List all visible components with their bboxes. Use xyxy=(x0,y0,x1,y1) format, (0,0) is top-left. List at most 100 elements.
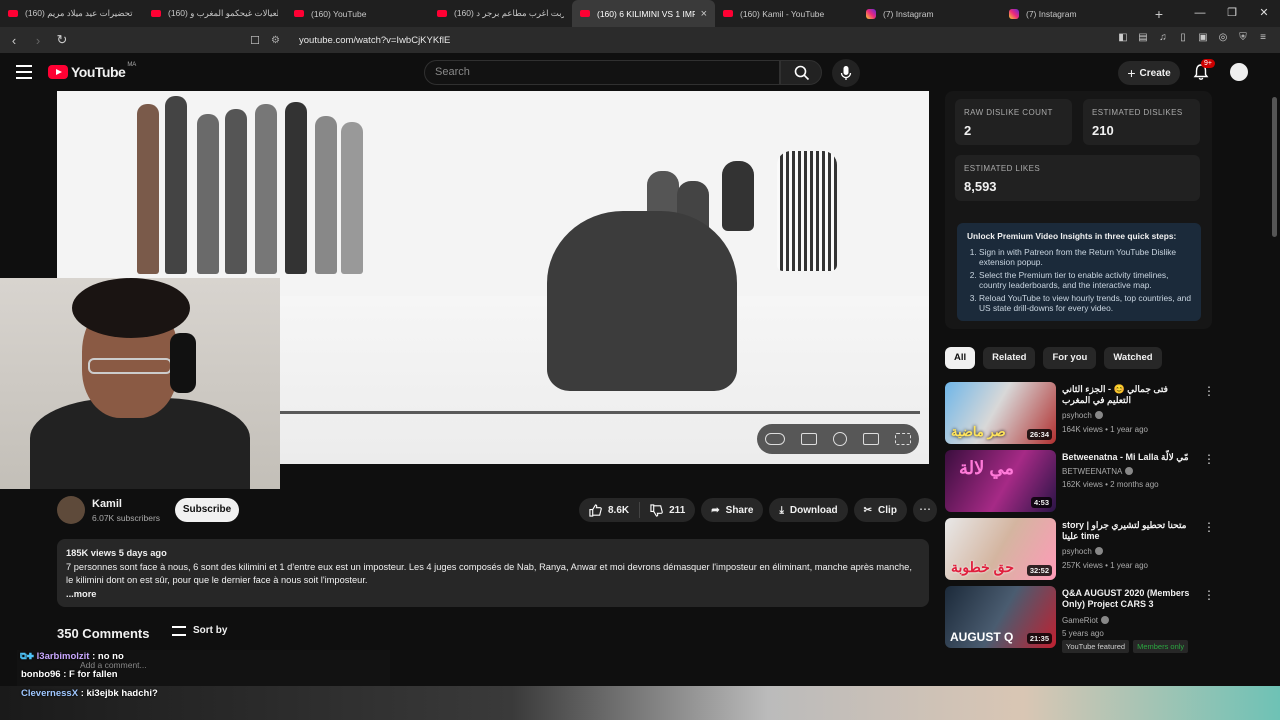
sort-comments-button[interactable]: Sort by xyxy=(172,625,227,636)
browser-tab[interactable]: (160) YouTube xyxy=(286,0,429,27)
settings-gear-icon[interactable] xyxy=(833,432,847,446)
recommended-video[interactable]: صر ماضية 26:34 فتى جمالي 😊 - الجزء الثان… xyxy=(945,382,1215,446)
extension-icon[interactable]: ▤ xyxy=(1136,31,1150,45)
more-options-icon[interactable]: ⋮ xyxy=(1203,452,1215,466)
maximize-icon[interactable]: ❐ xyxy=(1216,0,1248,27)
close-window-icon[interactable]: ✕ xyxy=(1248,0,1280,27)
more-actions-button[interactable]: ⋯ xyxy=(912,498,937,522)
recommended-video[interactable]: مي لالة 4:53 Betweenatna - Mi Lalla مّي … xyxy=(945,450,1215,514)
thumbs-down-icon xyxy=(650,503,663,517)
captions-icon[interactable] xyxy=(801,433,817,445)
video-judge xyxy=(777,151,837,271)
sidebar-icon[interactable]: ▯ xyxy=(1176,31,1190,45)
player-controls xyxy=(757,424,919,454)
autoplay-toggle-icon[interactable] xyxy=(765,433,785,445)
download-button[interactable]: ⤓ Download xyxy=(769,498,848,522)
show-more-link[interactable]: ...more xyxy=(66,588,920,601)
channel-name[interactable]: Kamil xyxy=(92,498,122,510)
vpn-icon[interactable]: ◎ xyxy=(1216,31,1230,45)
recommended-video[interactable]: حق خطوبة 32:52 story | متحنا تحطيو لتشير… xyxy=(945,518,1215,582)
browser-tab[interactable]: (160) Kamil - YouTube xyxy=(715,0,858,27)
like-button[interactable]: 8.6K xyxy=(579,498,639,522)
minimize-icon[interactable]: — xyxy=(1184,0,1216,27)
chip-watched[interactable]: Watched xyxy=(1104,347,1162,369)
subscribe-button[interactable]: Subscribe xyxy=(175,498,239,522)
chip-all[interactable]: All xyxy=(945,347,976,369)
channel-name[interactable]: psyhoch xyxy=(1062,547,1103,556)
more-options-icon[interactable]: ⋮ xyxy=(1203,588,1215,602)
url-field[interactable]: ☐ ⚙ youtube.com/watch?v=IwbCjKYKflE xyxy=(245,30,990,50)
clip-button[interactable]: ✂ Clip xyxy=(853,498,907,522)
site-info-icon[interactable]: ⚙ xyxy=(271,35,291,46)
extension-icon[interactable]: ◧ xyxy=(1116,31,1130,45)
bookmark-icon[interactable]: ☐ xyxy=(245,34,265,47)
members-only-badge: Members only xyxy=(1133,640,1189,653)
video-contestant xyxy=(341,122,363,274)
browser-tab[interactable]: (7) Instagram xyxy=(858,0,1001,27)
browser-tab[interactable]: (160) العيالات غيحكمو المغرب و xyxy=(143,0,286,27)
video-thumbnail[interactable]: AUGUST Q 21:35 xyxy=(945,586,1056,648)
chip-related[interactable]: Related xyxy=(983,347,1036,369)
dislike-button[interactable]: 211 xyxy=(640,498,695,522)
youtube-logo[interactable]: YouTube MA xyxy=(48,62,136,80)
account-avatar[interactable] xyxy=(1228,61,1250,83)
create-button[interactable]: + Create xyxy=(1118,61,1180,85)
forward-icon[interactable]: › xyxy=(28,33,48,48)
page-scrollbar[interactable] xyxy=(1270,91,1278,686)
webcam-person-glasses xyxy=(88,358,172,374)
youtube-play-icon xyxy=(48,65,68,79)
hamburger-menu-icon[interactable] xyxy=(16,65,32,79)
more-options-icon[interactable]: ⋮ xyxy=(1203,520,1215,534)
video-thumbnail[interactable]: صر ماضية 26:34 xyxy=(945,382,1056,444)
url-text: youtube.com/watch?v=IwbCjKYKflE xyxy=(299,34,451,46)
browser-tab-active[interactable]: (160) 6 KILIMINI VS 1 IMP × xyxy=(572,0,715,27)
browser-tab-bar: (160) تحضيرات عيد ميلاد مريم (160) العيا… xyxy=(0,0,1280,27)
reload-icon[interactable]: ↻ xyxy=(52,32,72,48)
wallet-icon[interactable]: ▣ xyxy=(1196,31,1210,45)
browser-tab[interactable]: (7) Instagram xyxy=(1001,0,1144,27)
channel-name[interactable]: GameRiot xyxy=(1062,616,1110,625)
menu-icon[interactable]: ≡ xyxy=(1256,31,1270,45)
music-icon[interactable]: ♫ xyxy=(1156,31,1170,45)
miniplayer-icon[interactable] xyxy=(863,433,879,445)
video-judge xyxy=(722,161,754,231)
video-thumbnail[interactable]: حق خطوبة 32:52 xyxy=(945,518,1056,580)
share-button[interactable]: ➦ Share xyxy=(701,498,764,522)
browser-tab[interactable]: (160) تحضيرات عيد ميلاد مريم xyxy=(0,0,143,27)
back-icon[interactable]: ‹ xyxy=(4,33,24,48)
verified-icon xyxy=(1125,467,1134,475)
search-button[interactable] xyxy=(780,60,822,85)
channel-avatar[interactable] xyxy=(57,496,85,524)
video-title[interactable]: Q&A AUGUST 2020 (Members Only) Project C… xyxy=(1062,588,1192,610)
webcam-person-hair xyxy=(72,278,190,338)
close-tab-icon[interactable]: × xyxy=(701,8,707,20)
headphones-icon xyxy=(170,333,196,393)
video-description[interactable]: 185K views 5 days ago 7 personnes sont f… xyxy=(57,539,929,607)
download-icon: ⤓ xyxy=(779,504,784,516)
more-options-icon[interactable]: ⋮ xyxy=(1203,384,1215,398)
browser-tab[interactable]: (160) جربت اغرب مطاعم برجر د xyxy=(429,0,572,27)
video-title[interactable]: story | متحنا تحطيو لتشيري جراو عليتا ti… xyxy=(1062,520,1192,542)
shield-icon[interactable]: ⛨ xyxy=(1236,31,1250,45)
chip-for-you[interactable]: For you xyxy=(1043,347,1097,369)
scrollbar-thumb[interactable] xyxy=(1272,97,1277,237)
voice-search-button[interactable] xyxy=(832,59,860,87)
channel-name[interactable]: psyhoch xyxy=(1062,411,1103,420)
description-text: 7 personnes sont face à nous, 6 sont des… xyxy=(66,562,912,585)
search-input[interactable]: Search xyxy=(424,60,780,85)
channel-name[interactable]: BETWEENATNA xyxy=(1062,467,1134,476)
filter-chips: All Related For you Watched xyxy=(945,347,1162,369)
video-contestant xyxy=(225,109,247,274)
youtube-favicon-icon xyxy=(437,10,447,17)
new-tab-button[interactable]: + xyxy=(1144,6,1174,22)
verified-icon xyxy=(1094,547,1103,555)
address-bar-row: ‹ › ↻ ☐ ⚙ youtube.com/watch?v=IwbCjKYKfl… xyxy=(0,27,1280,53)
video-thumbnail[interactable]: مي لالة 4:53 xyxy=(945,450,1056,512)
video-progress-bar[interactable] xyxy=(280,411,920,414)
video-title[interactable]: فتى جمالي 😊 - الجزء الثاني التعليم في ال… xyxy=(1062,384,1192,406)
recommended-video[interactable]: AUGUST Q 21:35 Q&A AUGUST 2020 (Members … xyxy=(945,586,1215,653)
fullscreen-icon[interactable] xyxy=(895,433,911,445)
notifications-button[interactable]: 9+ xyxy=(1192,59,1215,81)
video-views: 162K views • 2 months ago xyxy=(1062,480,1159,489)
video-title[interactable]: Betweenatna - Mi Lalla مّي لالّة xyxy=(1062,452,1192,463)
